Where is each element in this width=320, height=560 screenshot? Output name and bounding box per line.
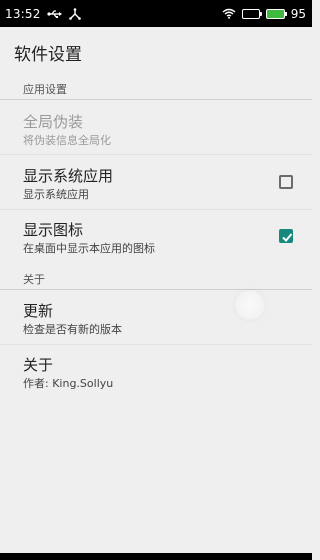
pref-about[interactable]: 关于 作者: King.Sollyu (0, 345, 312, 399)
section-header-about: 关于 (23, 273, 45, 286)
bottom-bar (0, 553, 312, 560)
status-time: 13:52 (5, 6, 41, 21)
usb-icon (46, 9, 63, 19)
status-bar: 13:52 95 (0, 0, 312, 27)
section-header-app-settings: 应用设置 (23, 83, 67, 96)
pref-show-system-apps[interactable]: 显示系统应用 显示系统应用 (0, 155, 312, 209)
show-system-apps-checkbox[interactable] (279, 175, 293, 189)
show-icon-checkbox[interactable] (279, 229, 293, 243)
pref-summary: 检查是否有新的版本 (23, 323, 122, 336)
status-bar-left: 13:52 (5, 7, 81, 21)
battery-outline-icon (241, 8, 263, 19)
pref-summary: 显示系统应用 (23, 188, 89, 201)
share-icon (68, 7, 81, 20)
checkmark-icon (282, 233, 293, 242)
touch-ripple (235, 290, 265, 320)
pref-summary: 作者: King.Sollyu (23, 377, 114, 390)
pref-global-disguise[interactable]: 全局伪装 将伪装信息全局化 (0, 100, 312, 154)
page-title: 软件设置 (14, 45, 82, 65)
pref-show-icon[interactable]: 显示图标 在桌面中显示本应用的图标 (0, 210, 312, 264)
pref-title: 全局伪装 (23, 113, 84, 131)
pref-title: 显示图标 (23, 221, 84, 239)
pref-update[interactable]: 更新 检查是否有新的版本 (0, 290, 312, 344)
status-bar-right: 95 (222, 7, 306, 21)
pref-title: 关于 (23, 356, 54, 374)
pref-title: 显示系统应用 (23, 167, 114, 185)
battery-charging-icon (265, 8, 288, 19)
battery-level: 95 (290, 6, 306, 21)
wifi-icon (222, 8, 236, 19)
pref-summary: 将伪装信息全局化 (23, 134, 111, 147)
app-bar: 软件设置 (0, 27, 312, 75)
pref-summary: 在桌面中显示本应用的图标 (23, 242, 155, 255)
pref-title: 更新 (23, 302, 54, 320)
